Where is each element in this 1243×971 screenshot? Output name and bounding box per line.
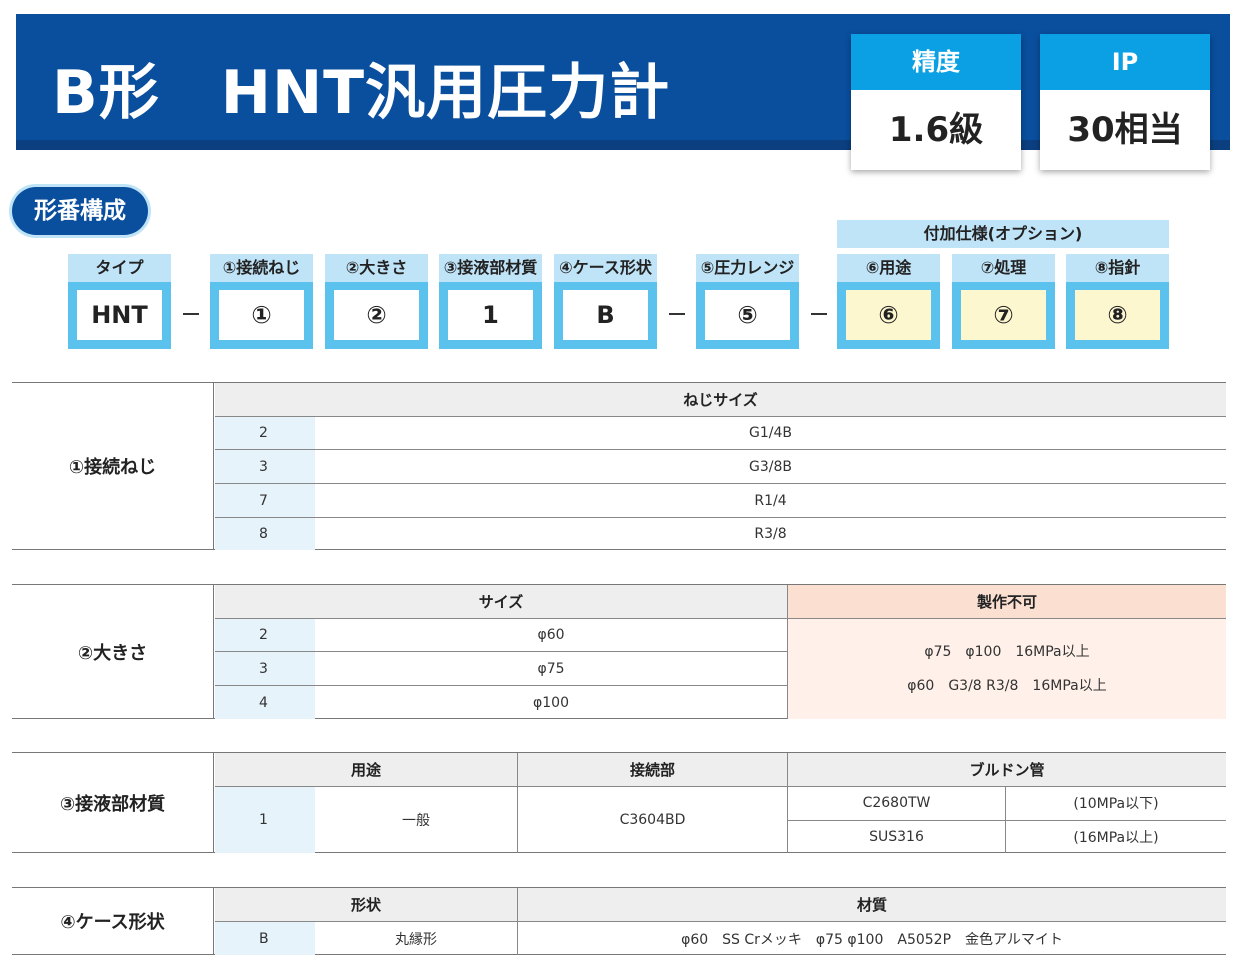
code-value: ① [219, 290, 304, 340]
table-header-usage: 用途 [215, 753, 517, 786]
section-pill-model-code: 形番構成 [12, 187, 148, 235]
row-value: G1/4B [749, 425, 792, 441]
code-box-treatment: ⑦処理 ⑦ [952, 254, 1055, 349]
material-value: φ60 SS Crメッキ φ75 φ100 A5052P 金色アルマイト [681, 931, 1063, 948]
code-label: ⑤圧力レンジ [696, 254, 799, 282]
not-available-header: 製作不可 [788, 585, 1226, 618]
row-code: 2 [215, 417, 315, 449]
row-code: 1 [215, 787, 315, 853]
row-value: φ75 [537, 660, 565, 677]
code-label: ⑦処理 [952, 254, 1055, 282]
bourdon-material: C2680TW [862, 795, 931, 811]
row-code: 3 [215, 450, 315, 483]
code-value: ② [334, 290, 419, 340]
table-case-shape: ④ケース形状 形状 材質 B 丸縁形 φ60 SS Crメッキ φ75 φ100… [12, 887, 1226, 955]
spec-card-ip: IP 30相当 [1040, 34, 1210, 170]
code-label: ③接液部材質 [439, 254, 542, 282]
code-value: ⑥ [846, 290, 931, 340]
table-label: ③接液部材質 [12, 753, 214, 852]
code-box-type: タイプ HNT [68, 254, 171, 349]
row-code: 8 [215, 518, 315, 550]
table-header: サイズ [215, 585, 787, 618]
table-header-connection: 接続部 [518, 753, 787, 786]
option-header: 付加仕様(オプション) [837, 220, 1169, 248]
code-value: ⑦ [961, 290, 1046, 340]
row-value: φ60 [537, 627, 565, 643]
code-box-usage: ⑥用途 ⑥ [837, 254, 940, 349]
bourdon-material: SUS316 [869, 829, 924, 845]
table-thread: ①接続ねじ ねじサイズ 2 G1/4B 3 G3/8B 7 R1/4 8 R3/… [12, 382, 1226, 550]
row-code: B [215, 922, 315, 955]
table-label: ④ケース形状 [12, 888, 214, 954]
connection-value: C3604BD [619, 812, 686, 828]
table-label: ②大きさ [12, 585, 214, 718]
spec-value-ip: 30相当 [1067, 110, 1183, 150]
table-wetted-material: ③接液部材質 用途 接続部 ブルドン管 1 一般 C3604BD C2680TW… [12, 752, 1226, 853]
row-value: φ100 [533, 694, 569, 711]
code-box-case-shape: ④ケース形状 B [554, 254, 657, 349]
row-value: R1/4 [754, 492, 787, 509]
table-header-material: 材質 [518, 888, 1226, 921]
row-code: 4 [215, 686, 315, 719]
code-box-size: ②大きさ ② [325, 254, 428, 349]
code-box-pressure-range: ⑤圧力レンジ ⑤ [696, 254, 799, 349]
row-code: 3 [215, 652, 315, 685]
row-code: 7 [215, 484, 315, 517]
code-separator [183, 313, 199, 315]
not-available-item: φ60 G3/8 R3/8 16MPa以上 [907, 678, 1107, 694]
not-available-list: φ75 φ100 16MPa以上 φ60 G3/8 R3/8 16MPa以上 [788, 619, 1226, 719]
code-label: ④ケース形状 [554, 254, 657, 282]
spec-label-ip: IP [1040, 34, 1210, 90]
row-code: 2 [215, 619, 315, 651]
code-value: ⑧ [1075, 290, 1160, 340]
row-value: R3/8 [754, 526, 787, 542]
table-header-shape: 形状 [215, 888, 517, 921]
code-separator [669, 313, 685, 315]
table-label: ①接続ねじ [12, 383, 214, 549]
page-title: B形 HNT汎用圧力計 [52, 58, 671, 128]
code-value: HNT [77, 290, 162, 340]
row-value: G3/8B [749, 458, 792, 475]
table-size: ②大きさ サイズ 製作不可 2 φ60 3 φ75 4 φ100 φ75 φ10… [12, 584, 1226, 719]
code-label: ⑧指針 [1066, 254, 1169, 282]
table-header: ねじサイズ [215, 383, 1226, 416]
code-value: ⑤ [705, 290, 790, 340]
code-box-pointer: ⑧指針 ⑧ [1066, 254, 1169, 349]
bourdon-condition: (10MPa以下) [1073, 796, 1159, 812]
spec-card-accuracy: 精度 1.6級 [851, 34, 1021, 170]
usage-value: 一般 [402, 813, 430, 829]
code-separator [811, 313, 827, 315]
shape-value: 丸縁形 [395, 931, 437, 948]
code-label: ⑥用途 [837, 254, 940, 282]
code-value: B [563, 290, 648, 340]
code-value: 1 [448, 290, 533, 340]
code-box-thread: ①接続ねじ ① [210, 254, 313, 349]
table-header-bourdon: ブルドン管 [788, 753, 1226, 786]
spec-label-accuracy: 精度 [851, 34, 1021, 90]
code-label: ②大きさ [325, 254, 428, 282]
bourdon-condition: (16MPa以上) [1073, 830, 1159, 846]
not-available-item: φ75 φ100 16MPa以上 [924, 644, 1090, 660]
code-label: タイプ [68, 254, 171, 282]
code-box-wetted-material: ③接液部材質 1 [439, 254, 542, 349]
spec-value-accuracy: 1.6級 [888, 110, 984, 150]
code-label: ①接続ねじ [210, 254, 313, 282]
